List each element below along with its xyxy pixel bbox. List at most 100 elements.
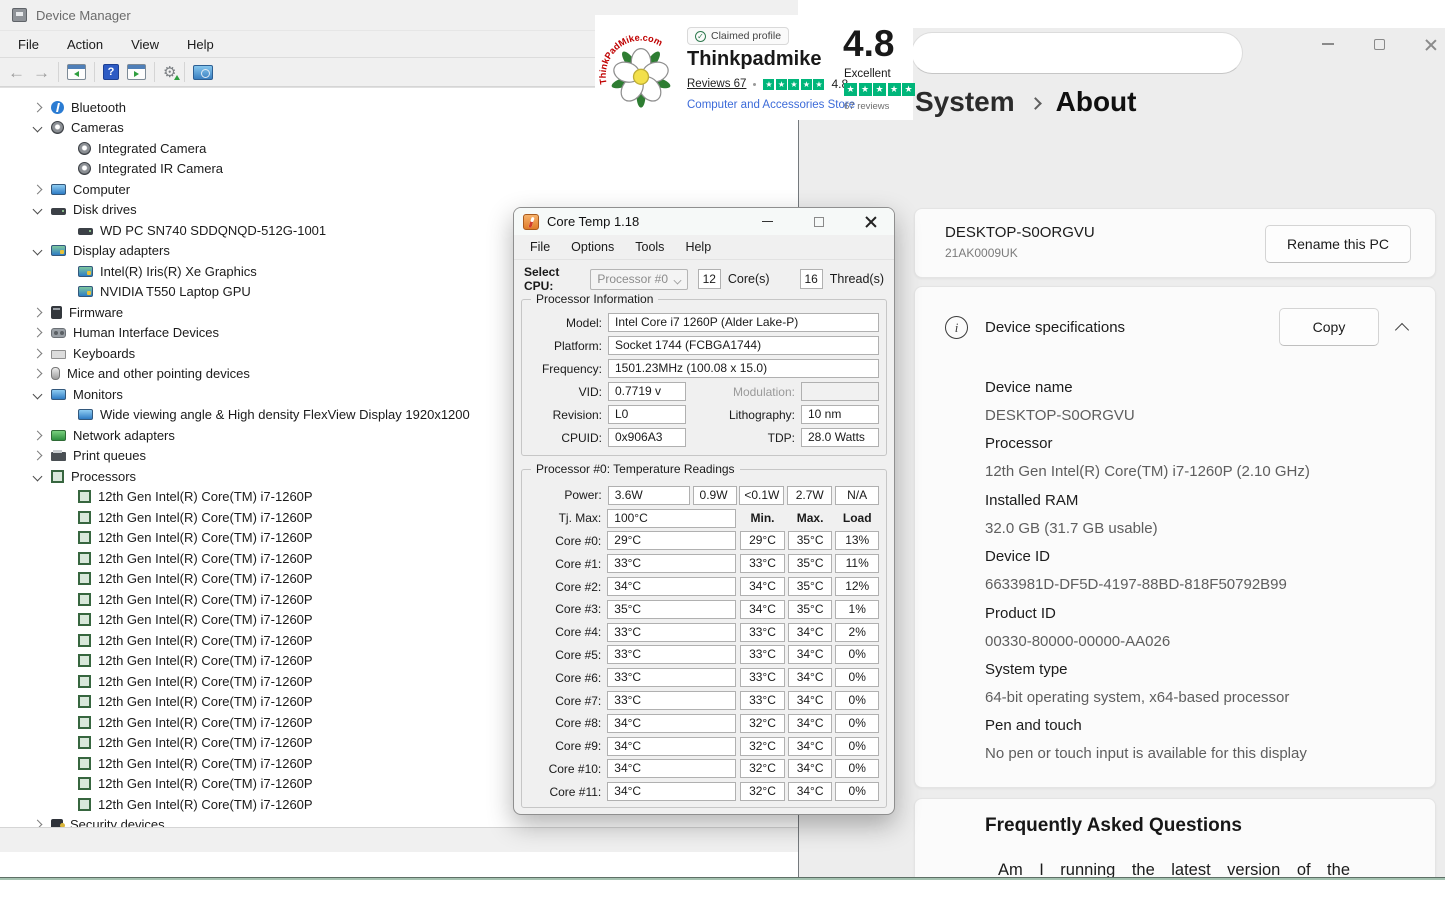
expander-collapsed-icon[interactable] xyxy=(33,430,43,440)
spec-label: Processor xyxy=(985,430,1310,458)
trustpilot-badge: ThinkPadMike.com Claimed profile Thi xyxy=(595,15,913,120)
core-max-temp: 34°C xyxy=(788,759,833,778)
tree-item-label: 12th Gen Intel(R) Core(TM) i7-1260P xyxy=(98,510,313,525)
tree-item-label: 12th Gen Intel(R) Core(TM) i7-1260P xyxy=(98,551,313,566)
expander-collapsed-icon[interactable] xyxy=(33,369,43,379)
minimize-icon[interactable] xyxy=(762,221,773,223)
power-cores: 0.9W xyxy=(693,486,738,505)
core-load: 0% xyxy=(835,691,879,710)
printer-icon xyxy=(51,452,66,461)
spec-label: Product ID xyxy=(985,600,1310,628)
faq-question[interactable]: Am I running the latest version of the xyxy=(998,861,1350,877)
star-rating-small xyxy=(763,79,824,90)
menu-help[interactable]: Help xyxy=(187,37,214,52)
back-icon[interactable]: ← xyxy=(8,64,25,81)
platform-label: Platform: xyxy=(522,339,602,353)
show-action-pane-icon[interactable] xyxy=(127,64,146,80)
processor-icon xyxy=(78,531,91,544)
expander-collapsed-icon[interactable] xyxy=(33,820,43,827)
maximize-icon[interactable] xyxy=(814,217,824,227)
tree-item-label: 12th Gen Intel(R) Core(TM) i7-1260P xyxy=(98,612,313,627)
expander-collapsed-icon[interactable] xyxy=(33,451,43,461)
star-rating-large xyxy=(844,83,915,96)
expander-expanded-icon[interactable] xyxy=(33,471,43,481)
expander-collapsed-icon[interactable] xyxy=(33,348,43,358)
core-label: Core #5: xyxy=(522,648,601,662)
modulation-label: Modulation: xyxy=(686,385,795,399)
device-model: 21AK0009UK xyxy=(945,246,1018,260)
core-min-temp: 33°C xyxy=(740,668,785,687)
menu-help[interactable]: Help xyxy=(685,240,711,254)
modulation-field xyxy=(801,382,879,401)
tree-item[interactable]: Integrated Camera xyxy=(0,138,798,159)
core-current-temp: 34°C xyxy=(607,759,736,778)
expander-expanded-icon[interactable] xyxy=(33,389,43,399)
copy-button[interactable]: Copy xyxy=(1279,308,1379,346)
menu-file[interactable]: File xyxy=(530,240,550,254)
chevron-up-icon[interactable] xyxy=(1395,323,1409,337)
menu-file[interactable]: File xyxy=(18,37,39,52)
cpu-select-dropdown[interactable]: Processor #0 xyxy=(590,269,687,290)
core-count-label: Core(s) xyxy=(728,272,770,286)
core-temp-row: Core #2:34°C34°C35°C12% xyxy=(522,575,886,598)
thread-count-label: Thread(s) xyxy=(830,272,884,286)
expander-collapsed-icon[interactable] xyxy=(33,102,43,112)
processor-information-group: Processor Information Model: Intel Core … xyxy=(521,299,887,456)
device-manager-app-icon xyxy=(12,8,27,22)
claimed-profile-badge: Claimed profile xyxy=(687,27,789,45)
spec-value: No pen or touch input is available for t… xyxy=(985,740,1310,768)
menu-view[interactable]: View xyxy=(131,37,159,52)
tree-item-label: 12th Gen Intel(R) Core(TM) i7-1260P xyxy=(98,756,313,771)
processor-icon xyxy=(78,757,91,770)
breadcrumb-system[interactable]: System xyxy=(915,86,1015,118)
menu-tools[interactable]: Tools xyxy=(635,240,664,254)
core-min-temp: 33°C xyxy=(740,623,785,642)
tree-item[interactable]: Integrated IR Camera xyxy=(0,159,798,180)
spec-item: Device ID6633981D-DF5D-4197-88BD-818F507… xyxy=(985,543,1310,599)
show-console-tree-icon[interactable] xyxy=(67,64,86,80)
close-icon[interactable] xyxy=(865,216,876,227)
tree-item-label: Integrated IR Camera xyxy=(98,161,223,176)
tree-item[interactable]: Cameras xyxy=(0,118,798,139)
scan-hardware-changes-icon[interactable]: ⚙ xyxy=(163,65,176,80)
core-temp-row: Core #6:33°C33°C34°C0% xyxy=(522,666,886,689)
expander-expanded-icon[interactable] xyxy=(33,123,43,133)
power-load: N/A xyxy=(835,486,879,505)
tree-item[interactable]: Computer xyxy=(0,179,798,200)
core-temp-titlebar[interactable]: Core Temp 1.18 xyxy=(514,208,894,235)
tree-item-label: Processors xyxy=(71,469,136,484)
close-icon[interactable] xyxy=(1425,38,1437,50)
expander-expanded-icon[interactable] xyxy=(33,246,43,256)
tjmax-row: Tj. Max: 100°C Min. Max. Load xyxy=(522,507,886,530)
store-category-link[interactable]: Computer and Accessories Store xyxy=(687,99,855,111)
settings-search-input[interactable] xyxy=(911,32,1243,74)
reviews-link[interactable]: Reviews 67 xyxy=(687,78,746,90)
tree-item-label: Security devices xyxy=(70,817,165,827)
toolbar-separator xyxy=(154,62,155,82)
core-temp-window: Core Temp 1.18 File Options Tools Help S… xyxy=(513,207,895,815)
core-temp-row: Core #0:29°C29°C35°C13% xyxy=(522,530,886,553)
lithography-label: Lithography: xyxy=(686,408,795,422)
menu-action[interactable]: Action xyxy=(67,37,103,52)
expander-collapsed-icon[interactable] xyxy=(33,328,43,338)
expander-collapsed-icon[interactable] xyxy=(33,184,43,194)
device-search-icon[interactable] xyxy=(193,65,213,80)
faq-card: Frequently Asked Questions Am I running … xyxy=(914,798,1436,877)
help-icon[interactable] xyxy=(103,64,119,80)
rename-pc-button[interactable]: Rename this PC xyxy=(1265,225,1411,263)
core-max-temp: 34°C xyxy=(788,691,833,710)
core-temp-row: Core #9:34°C32°C34°C0% xyxy=(522,735,886,758)
tree-item[interactable]: Security devices xyxy=(0,815,798,828)
core-current-temp: 33°C xyxy=(607,554,736,573)
forward-icon[interactable]: → xyxy=(33,64,50,81)
menu-options[interactable]: Options xyxy=(571,240,614,254)
core-load: 0% xyxy=(835,668,879,687)
vid-label: VID: xyxy=(522,385,602,399)
processor-icon xyxy=(78,654,91,667)
processor-icon xyxy=(78,777,91,790)
load-column-header: Load xyxy=(835,511,879,525)
minimize-icon[interactable] xyxy=(1322,43,1334,45)
expander-expanded-icon[interactable] xyxy=(33,205,43,215)
maximize-icon[interactable] xyxy=(1374,39,1385,50)
expander-collapsed-icon[interactable] xyxy=(33,307,43,317)
